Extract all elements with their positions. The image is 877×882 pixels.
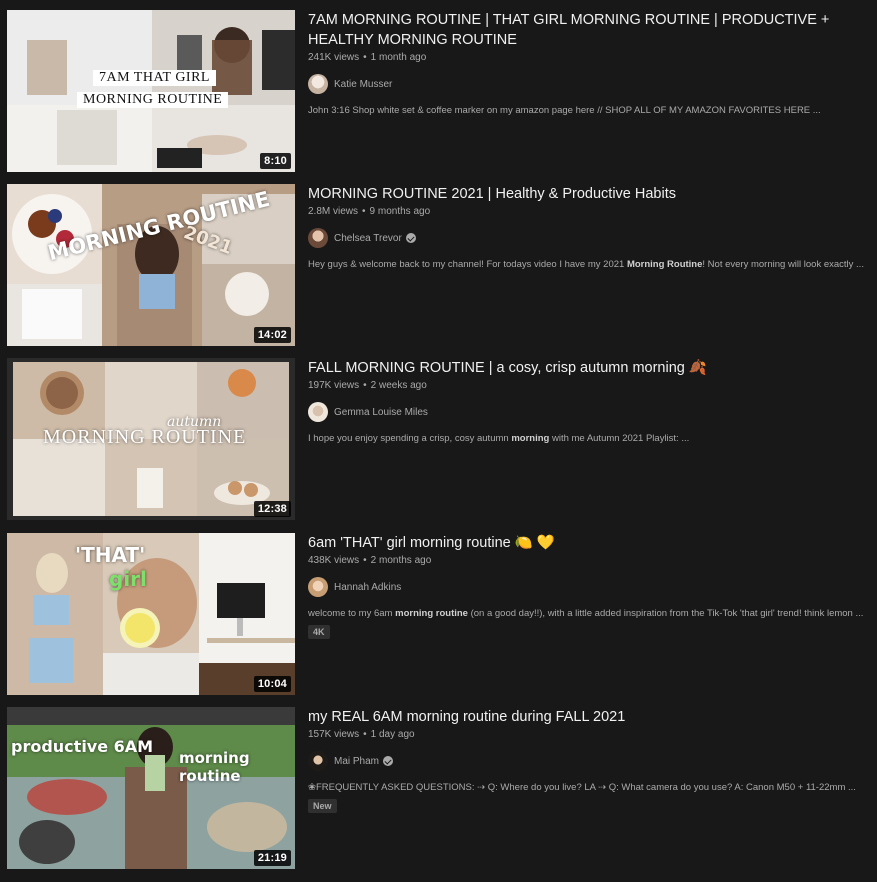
thumbnail-caption: morning routine [179, 749, 250, 785]
video-thumbnail[interactable]: 'THAT' girl 10:04 [7, 533, 295, 695]
video-metadata: 157K views • 1 day ago [308, 729, 415, 740]
channel-avatar[interactable] [308, 751, 328, 771]
channel-name[interactable]: Mai Pham [334, 756, 379, 767]
video-metadata: 197K views • 2 weeks ago [308, 380, 427, 391]
channel-link[interactable]: Chelsea Trevor [308, 228, 868, 248]
channel-avatar[interactable] [308, 577, 328, 597]
video-title[interactable]: MORNING ROUTINE 2021 | Healthy & Product… [308, 184, 868, 204]
channel-link[interactable]: Katie Musser [308, 74, 868, 94]
verified-badge-icon [383, 756, 394, 766]
video-info: MORNING ROUTINE 2021 | Healthy & Product… [308, 184, 868, 272]
channel-link[interactable]: Hannah Adkins [308, 577, 868, 597]
video-duration: 14:02 [253, 327, 291, 343]
thumbnail-caption: girl [109, 567, 147, 591]
thumbnail-image [7, 707, 295, 869]
upload-age: 9 months ago [369, 206, 431, 217]
thumbnail-caption: 7AM THAT GIRL [93, 70, 216, 86]
thumbnail-caption: productive 6AM [11, 737, 154, 756]
upload-age: 2 weeks ago [370, 380, 427, 391]
video-title[interactable]: 7AM MORNING ROUTINE | THAT GIRL MORNING … [308, 10, 868, 50]
video-result: productive 6AM morning routine 21:19 my … [0, 707, 877, 870]
video-duration: 10:04 [253, 676, 291, 692]
video-description: Hey guys & welcome back to my channel! F… [308, 259, 864, 270]
channel-avatar[interactable] [308, 402, 328, 422]
video-description: ❀FREQUENTLY ASKED QUESTIONS: ⇢ Q: Where … [308, 782, 856, 793]
channel-name[interactable]: Katie Musser [334, 79, 392, 90]
channel-name[interactable]: Hannah Adkins [334, 582, 401, 593]
video-result: MORNING ROUTINE 2021 14:02 MORNING ROUTI… [0, 184, 877, 347]
video-description: John 3:16 Shop white set & coffee marker… [308, 105, 821, 116]
upload-age: 1 month ago [370, 52, 427, 63]
video-metadata: 438K views • 2 months ago [308, 555, 432, 566]
video-thumbnail[interactable]: MORNING ROUTINE 2021 14:02 [7, 184, 295, 346]
thumbnail-caption: 'THAT' [75, 543, 146, 567]
view-count: 438K views [308, 555, 360, 566]
video-duration: 8:10 [260, 153, 291, 169]
thumbnail-caption: MORNING ROUTINE [43, 426, 247, 448]
channel-link[interactable]: Mai Pham [308, 751, 868, 771]
video-description: welcome to my 6am morning routine (on a … [308, 608, 864, 619]
video-info: FALL MORNING ROUTINE | a cosy, crisp aut… [308, 358, 868, 446]
video-thumbnail[interactable]: autumn MORNING ROUTINE 12:38 [7, 358, 295, 520]
view-count: 197K views [308, 380, 360, 391]
video-title[interactable]: my REAL 6AM morning routine during FALL … [308, 707, 868, 727]
video-title[interactable]: 6am 'THAT' girl morning routine 🍋 💛 [308, 533, 868, 553]
channel-name[interactable]: Chelsea Trevor [334, 233, 402, 244]
video-description: I hope you enjoy spending a crisp, cosy … [308, 433, 690, 444]
upload-age: 1 day ago [370, 729, 415, 740]
thumbnail-caption: MORNING ROUTINE [77, 92, 229, 108]
thumbnail-image [7, 10, 295, 172]
video-info: my REAL 6AM morning routine during FALL … [308, 707, 868, 814]
video-duration: 12:38 [253, 501, 291, 517]
view-count: 2.8M views [308, 206, 359, 217]
video-duration: 21:19 [253, 850, 291, 866]
verified-badge-icon [405, 233, 416, 243]
video-result: 'THAT' girl 10:04 6am 'THAT' girl mornin… [0, 533, 877, 696]
thumbnail-image [7, 533, 295, 695]
video-result: 7AM THAT GIRL MORNING ROUTINE 8:10 7AM M… [0, 10, 877, 173]
video-info: 7AM MORNING ROUTINE | THAT GIRL MORNING … [308, 10, 868, 118]
view-count: 241K views [308, 52, 360, 63]
channel-avatar[interactable] [308, 74, 328, 94]
video-thumbnail[interactable]: 7AM THAT GIRL MORNING ROUTINE 8:10 [7, 10, 295, 172]
channel-avatar[interactable] [308, 228, 328, 248]
video-info: 6am 'THAT' girl morning routine 🍋 💛 438K… [308, 533, 868, 640]
upload-age: 2 months ago [370, 555, 432, 566]
video-title[interactable]: FALL MORNING ROUTINE | a cosy, crisp aut… [308, 358, 868, 378]
video-thumbnail[interactable]: productive 6AM morning routine 21:19 [7, 707, 295, 869]
video-metadata: 241K views • 1 month ago [308, 52, 427, 63]
quality-badge: 4K [308, 625, 330, 639]
video-metadata: 2.8M views • 9 months ago [308, 206, 431, 217]
new-badge: New [308, 799, 337, 813]
video-result: autumn MORNING ROUTINE 12:38 FALL MORNIN… [0, 358, 877, 521]
view-count: 157K views [308, 729, 360, 740]
search-results-list: 7AM THAT GIRL MORNING ROUTINE 8:10 7AM M… [0, 0, 877, 882]
channel-link[interactable]: Gemma Louise Miles [308, 402, 868, 422]
channel-name[interactable]: Gemma Louise Miles [334, 407, 428, 418]
